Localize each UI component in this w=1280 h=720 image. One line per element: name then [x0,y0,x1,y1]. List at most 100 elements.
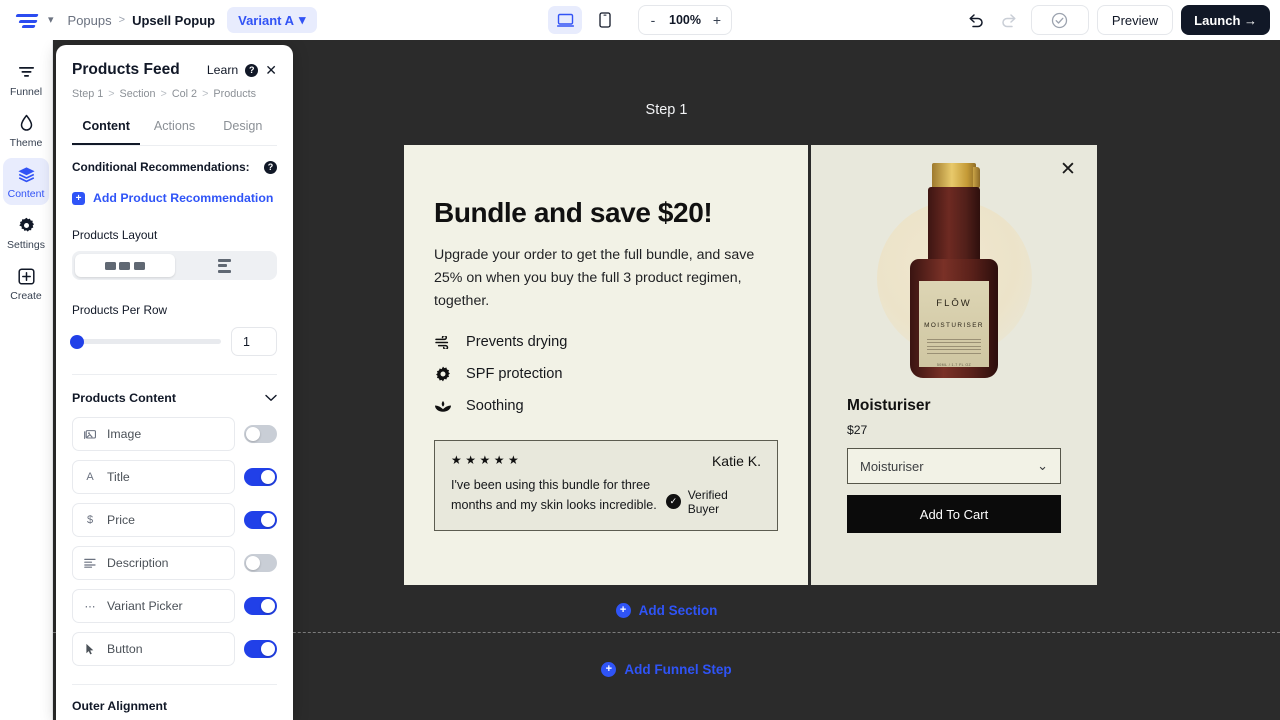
redo-icon [1002,13,1016,27]
benefit-label: Soothing [466,398,524,414]
gear-icon [18,215,35,235]
products-layout-toggle [72,251,277,280]
plus-icon: + [601,662,617,677]
benefit-list: Prevents drying SPF protection Soothing [434,334,778,414]
redo-button[interactable] [997,7,1023,33]
toggle-title[interactable] [244,468,277,486]
sidebar-item-settings[interactable]: Settings [3,209,49,256]
products-content-rows: Image A Title $ Price Description ⋯ Vari… [72,417,277,666]
content-row-label: Title [107,470,130,484]
sidebar-item-theme[interactable]: Theme [3,107,49,154]
content-field[interactable]: A Title [72,460,235,494]
launch-button[interactable]: Launch → [1181,5,1270,35]
dollar-icon: $ [86,514,94,526]
breadcrumb-step[interactable]: Step 1 [72,88,103,100]
verified-label: Verified Buyer [687,487,728,516]
popup-preview[interactable]: Bundle and save $20! Upgrade your order … [404,145,1097,585]
testimonial-card: ★★★★★ I've been using this bundle for th… [434,440,778,531]
lines-icon [84,558,96,568]
conditional-reco-row: Conditional Recommendations: ? [72,160,277,174]
sidebar-item-create[interactable]: Create [3,260,49,307]
check-icon: ✓ [666,494,681,510]
breadcrumb-separator: > [108,88,115,100]
toggle-price[interactable] [244,511,277,529]
tab-content[interactable]: Content [72,110,141,145]
content-row-image: Image [72,417,277,451]
wind-icon [434,335,452,349]
droplet-icon [19,113,34,133]
add-product-recommendation-label: Add Product Recommendation [93,191,274,205]
product-title: Moisturiser [847,397,931,414]
products-per-row-control: 1 [70,327,277,356]
zoom-in-button[interactable]: + [707,9,727,31]
undo-button[interactable] [963,7,989,33]
products-per-row-input[interactable]: 1 [231,327,277,356]
product-price: $27 [847,423,868,437]
add-to-cart-button[interactable]: Add To Cart [847,495,1061,533]
products-content-header[interactable]: Products Content [72,389,277,407]
add-section-label: Add Section [638,603,718,618]
bottle-product-name: MOISTURISER [924,321,984,329]
bottle-volume: 50ML / 1.7 FL OZ [936,363,972,368]
breadcrumb-section[interactable]: Section [120,88,156,100]
products-per-row-slider[interactable] [70,334,221,349]
products-per-row-label: Products Per Row [72,303,168,317]
list-item: Prevents drying [434,334,778,350]
divider [72,684,277,685]
toggle-button[interactable] [244,640,277,658]
learn-link[interactable]: Learn [207,63,238,77]
tab-design[interactable]: Design [209,110,277,145]
close-icon[interactable]: ✕ [265,62,277,79]
toggle-variant-picker[interactable] [244,597,277,615]
content-field[interactable]: Button [72,632,235,666]
variant-picker-select[interactable]: Moisturiser ⌄ [847,448,1061,484]
sidebar-item-content[interactable]: Content [3,158,49,205]
zoom-out-button[interactable]: - [643,9,663,31]
help-icon[interactable]: ? [245,63,259,77]
toggle-description[interactable] [244,554,277,572]
zoom-control: - 100% + [638,5,732,35]
bottle-label: FLŌW MOISTURISER 50ML / 1.7 FL OZ [919,280,989,368]
sidebar-item-funnel[interactable]: Funnel [3,56,49,103]
funnel-icon [18,62,35,82]
bottle-neck [928,186,980,265]
content-field[interactable]: $ Price [72,503,235,537]
breadcrumb-parent[interactable]: Popups [68,13,112,28]
layout-option-grid[interactable] [75,254,175,277]
toggle-image[interactable] [244,425,277,443]
variant-label: Variant A [238,12,294,28]
bottle-body: FLŌW MOISTURISER 50ML / 1.7 FL OZ [910,258,998,378]
variant-picker-value: Moisturiser [860,458,924,474]
bottle-cap [932,162,980,189]
preview-button[interactable]: Preview [1096,5,1174,35]
chevron-down-icon[interactable]: ▾ [48,14,54,26]
bottle-fineprint [927,338,981,357]
bottle-brand: FLŌW [936,297,972,309]
slider-handle[interactable] [70,334,84,349]
layout-option-list[interactable] [175,254,275,277]
benefit-label: Prevents drying [466,334,568,350]
chevron-down-icon [265,389,277,407]
variant-selector[interactable]: Variant A ▾ [227,7,317,33]
plus-icon: + [72,191,85,205]
divider [72,374,277,375]
viewport-controls: - 100% + [548,5,732,35]
chevron-down-icon: ▾ [299,12,306,27]
desktop-view-button[interactable] [548,6,583,34]
breadcrumb-products[interactable]: Products [213,88,256,100]
content-field[interactable]: Image [72,417,235,451]
help-icon[interactable]: ? [264,160,277,174]
undo-icon [969,13,984,27]
content-row-title: A Title [72,460,277,494]
add-product-recommendation-button[interactable]: + Add Product Recommendation [72,191,277,205]
status-button[interactable] [1030,5,1089,35]
logo-area[interactable]: ▾ [8,10,54,30]
tab-actions[interactable]: Actions [140,110,208,145]
plus-icon: + [615,603,631,618]
image-icon [84,429,96,440]
content-field[interactable]: ⋯ Variant Picker [72,589,235,623]
chevron-down-icon: ⌄ [1037,458,1048,473]
breadcrumb-col[interactable]: Col 2 [172,88,197,100]
content-field[interactable]: Description [72,546,235,580]
mobile-view-button[interactable] [588,6,622,34]
